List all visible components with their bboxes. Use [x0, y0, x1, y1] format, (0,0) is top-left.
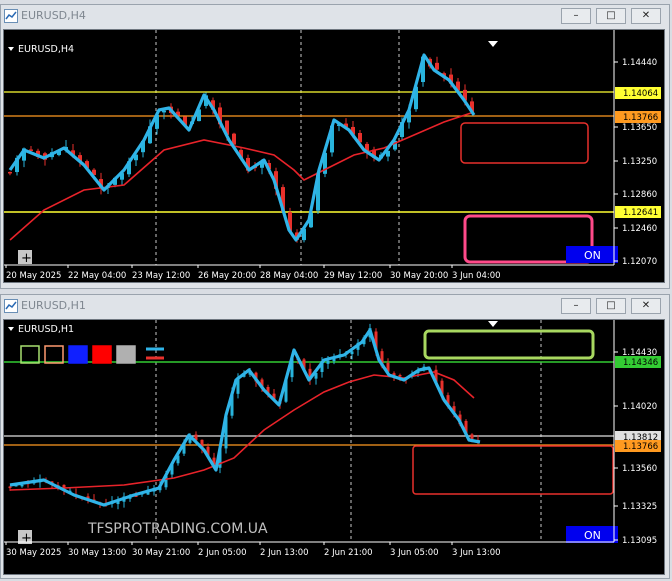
candle-body: [470, 434, 474, 439]
price-tick-label: 1.13560: [622, 464, 657, 474]
candle-body: [435, 62, 439, 70]
moving-average: [9, 111, 475, 241]
price-tick-label: 1.13650: [622, 123, 657, 133]
chart-window-icon: [4, 9, 18, 23]
chart-shift-marker-icon[interactable]: [488, 41, 498, 47]
chart-window-icon: [4, 299, 18, 313]
time-tick-label: 2 Jun 13:00: [260, 548, 309, 558]
on-button-label: ON: [584, 249, 601, 262]
symbol-label: EURUSD,H1: [18, 324, 74, 335]
plus-icon: +: [21, 531, 32, 546]
watermark: TFSPROTRADING.COM.UA: [87, 521, 268, 537]
time-tick-label: 30 May 13:00: [68, 548, 126, 558]
h1-price-chart[interactable]: EURUSD,H1 TFSPROTRADING.COM.UA ON + 1.14…: [3, 319, 665, 575]
horizontal-levels: [4, 91, 614, 213]
price-tag-label: 1.14346: [623, 358, 658, 368]
time-tick-label: 29 May 12:00: [324, 271, 382, 281]
candle-body: [326, 360, 330, 364]
candle-body: [8, 486, 12, 489]
time-tick-label: 22 May 04:00: [68, 271, 126, 281]
price-axis: 1.144301.140201.135601.133251.130951.143…: [613, 320, 661, 546]
time-tick-label: 20 May 2025: [6, 271, 61, 281]
color-toolbar[interactable]: [20, 345, 164, 364]
h4-chart-canvas[interactable]: EURUSD,H4 ON + 1.14440 1.13650 1.13250 1.12…: [4, 30, 664, 282]
close-button[interactable]: ✕: [631, 8, 661, 24]
price-tick-label: 1.12860: [622, 190, 657, 200]
time-tick-label: 3 Jun 04:00: [452, 271, 501, 281]
support-zone-box[interactable]: [412, 445, 614, 495]
color-swatch[interactable]: [116, 345, 136, 364]
time-axis: 30 May 2025 30 May 13:00 30 May 21:00 2 Jun…: [4, 541, 614, 558]
color-swatch[interactable]: [44, 345, 64, 364]
price-tick-label: 1.14020: [622, 402, 657, 412]
price-tick-label: 1.14440: [622, 58, 657, 68]
close-button[interactable]: ✕: [631, 298, 661, 314]
price-tag-label: 1.13766: [623, 113, 658, 123]
maximize-button[interactable]: □: [596, 298, 626, 314]
time-tick-label: 26 May 20:00: [198, 271, 256, 281]
time-axis: 20 May 2025 22 May 04:00 23 May 12:00 26 Ma…: [4, 264, 614, 281]
supply-zone-box[interactable]: [460, 122, 589, 164]
symbol-label: EURUSD,H4: [18, 44, 74, 55]
time-tick-label: 30 May 20:00: [390, 271, 448, 281]
resistance-zone-box[interactable]: [423, 329, 595, 360]
h1-chart-window[interactable]: EURUSD,H1 – □ ✕ EURUSD,H1 TFSPROTRADING.…: [0, 294, 670, 579]
on-button-label: ON: [584, 529, 601, 542]
price-tick-label: 1.13250: [622, 157, 657, 167]
candle-body: [162, 110, 166, 113]
h1-chart-canvas[interactable]: EURUSD,H1 TFSPROTRADING.COM.UA ON + 1.14…: [4, 320, 664, 574]
window-title: EURUSD,H4: [21, 9, 86, 22]
chart-shift-marker-icon[interactable]: [488, 321, 498, 327]
moving-average-line: [9, 111, 475, 241]
candles: [8, 56, 474, 243]
time-tick-label: 28 May 04:00: [260, 271, 318, 281]
candle-body: [8, 171, 12, 174]
maximize-button[interactable]: □: [596, 8, 626, 24]
price-tag-label: 1.14064: [623, 89, 658, 99]
time-tick-label: 2 Jun 21:00: [324, 548, 373, 558]
h1-titlebar[interactable]: EURUSD,H1 – □ ✕: [1, 295, 669, 317]
price-tag-label: 1.12641: [623, 208, 658, 218]
plus-icon: +: [21, 251, 32, 266]
candle-body: [20, 484, 24, 487]
time-tick-label: 30 May 2025: [6, 548, 61, 558]
symbol-dropdown-icon[interactable]: [8, 47, 14, 51]
h4-titlebar[interactable]: EURUSD,H4 – □ ✕: [1, 5, 669, 27]
candle-body: [398, 374, 402, 377]
price-tick-label: 1.12460: [622, 224, 657, 234]
time-tick-label: 2 Jun 05:00: [198, 548, 247, 558]
price-tick-label: 1.12070: [622, 257, 657, 267]
color-swatch[interactable]: [68, 345, 88, 364]
price-tick-label: 1.13325: [622, 502, 657, 512]
h4-price-chart[interactable]: EURUSD,H4 ON + 1.14440 1.13650 1.13250 1.12…: [3, 29, 665, 283]
symbol-dropdown-icon[interactable]: [8, 327, 14, 331]
color-swatch[interactable]: [92, 345, 112, 364]
minimize-button[interactable]: –: [561, 298, 591, 314]
price-axis: 1.14440 1.13650 1.13250 1.12860 1.12460 1.120…: [613, 30, 661, 267]
time-tick-label: 23 May 12:00: [132, 271, 190, 281]
color-swatch[interactable]: [20, 345, 40, 364]
moving-average-line: [9, 371, 475, 491]
price-tag-label: 1.13766: [623, 442, 658, 452]
time-tick-label: 30 May 21:00: [132, 548, 190, 558]
minimize-button[interactable]: –: [561, 8, 591, 24]
h4-chart-window[interactable]: EURUSD,H4 – □ ✕ EURUSD,H4 ON + 1.14440 1.…: [0, 4, 670, 289]
price-tick-label: 1.13095: [622, 536, 657, 546]
moving-average: [9, 371, 475, 491]
time-tick-label: 3 Jun 05:00: [390, 548, 439, 558]
time-tick-label: 3 Jun 13:00: [452, 548, 501, 558]
window-title: EURUSD,H1: [21, 299, 86, 312]
